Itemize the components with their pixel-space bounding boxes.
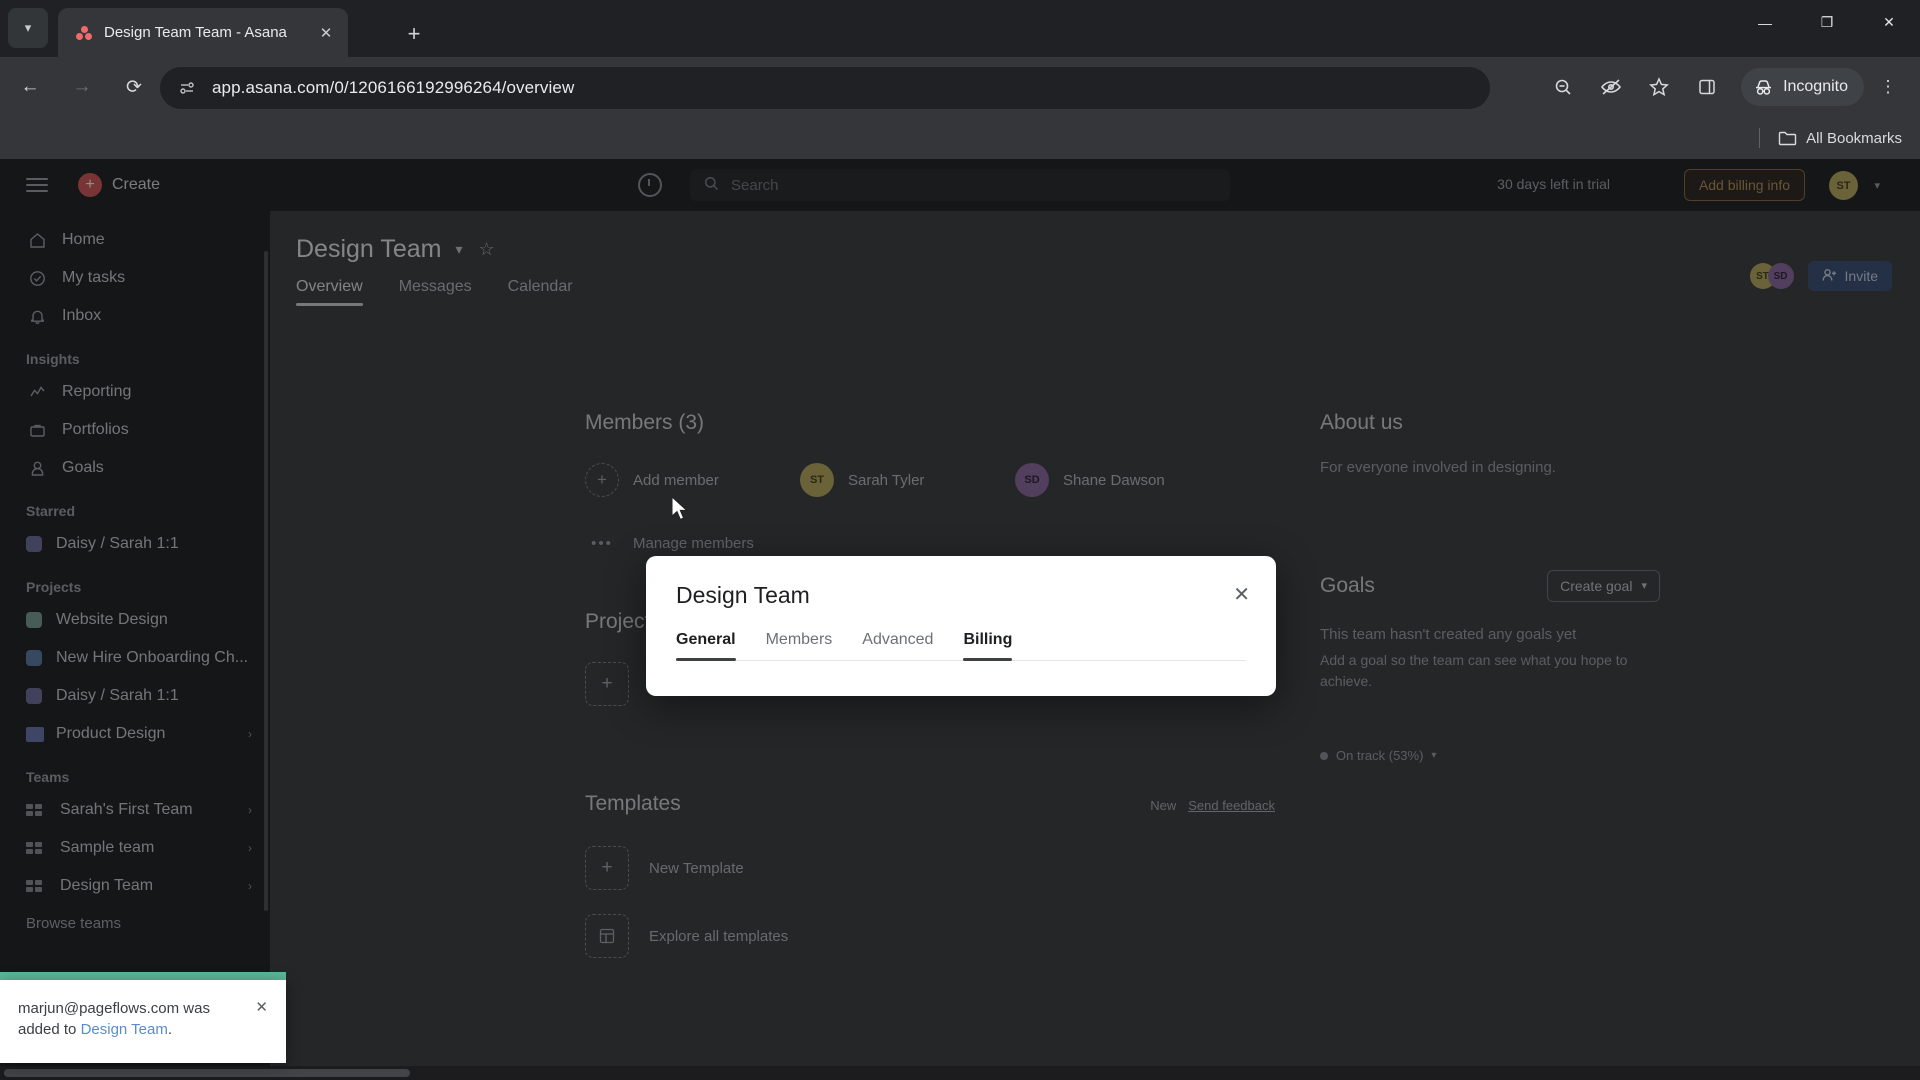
minimize-button[interactable]: — xyxy=(1734,0,1796,45)
forward-button[interactable]: → xyxy=(60,65,104,109)
dialog-tab-members[interactable]: Members xyxy=(766,631,833,660)
side-panel-icon[interactable] xyxy=(1687,65,1727,109)
star-icon[interactable] xyxy=(1639,65,1679,109)
tab-strip: ▾ Design Team Team - Asana ✕ + — ❐ ✕ xyxy=(0,0,1920,57)
toast-notification: marjun@pageflows.com was added to Design… xyxy=(0,980,286,1063)
reload-button[interactable]: ⟳ xyxy=(112,65,156,109)
dialog-tab-general[interactable]: General xyxy=(676,631,736,661)
all-bookmarks-button[interactable]: All Bookmarks xyxy=(1778,130,1902,147)
window-close-button[interactable]: ✕ xyxy=(1858,0,1920,45)
dialog-tabs: General Members Advanced Billing xyxy=(676,631,1246,661)
address-bar[interactable]: app.asana.com/0/1206166192996264/overvie… xyxy=(160,67,1490,109)
close-icon[interactable]: ✕ xyxy=(1233,582,1250,607)
profile-label: Incognito xyxy=(1783,78,1848,95)
browser-window: ▾ Design Team Team - Asana ✕ + — ❐ ✕ ← →… xyxy=(0,0,1920,1080)
profile-incognito-button[interactable]: Incognito xyxy=(1741,68,1864,106)
dialog-tab-advanced[interactable]: Advanced xyxy=(862,631,933,660)
mouse-cursor xyxy=(672,497,688,521)
toast-link[interactable]: Design Team xyxy=(81,1021,168,1038)
asana-logo-icon xyxy=(74,23,94,43)
site-settings-icon[interactable] xyxy=(176,77,198,99)
folder-icon xyxy=(1778,130,1797,146)
dialog-title: Design Team xyxy=(676,582,810,608)
url-text: app.asana.com/0/1206166192996264/overvie… xyxy=(212,78,575,97)
tab-close-icon[interactable]: ✕ xyxy=(314,21,338,45)
chevron-down-icon: ▾ xyxy=(24,20,32,35)
all-bookmarks-label: All Bookmarks xyxy=(1806,129,1902,147)
toast-text: marjun@pageflows.com was added to Design… xyxy=(18,998,228,1041)
tab-search-button[interactable]: ▾ xyxy=(8,8,48,48)
window-controls: — ❐ ✕ xyxy=(1734,0,1920,45)
tab-title: Design Team Team - Asana xyxy=(104,24,287,41)
browser-toolbar: ← → ⟳ app.asana.com/0/1206166192996264/o… xyxy=(0,57,1920,117)
maximize-button[interactable]: ❐ xyxy=(1796,0,1858,45)
eye-slash-icon[interactable] xyxy=(1591,65,1631,109)
team-settings-dialog: Design Team ✕ General Members Advanced B… xyxy=(646,556,1276,696)
toast-text-after: . xyxy=(167,1021,173,1039)
search-minus-icon[interactable] xyxy=(1543,65,1583,109)
toolbar-actions: Incognito ⋮ xyxy=(1539,65,1912,109)
dialog-tab-billing[interactable]: Billing xyxy=(963,631,1012,661)
browser-tab[interactable]: Design Team Team - Asana ✕ xyxy=(58,8,348,57)
bookmarks-bar: All Bookmarks xyxy=(0,117,1920,159)
toast-close-icon[interactable]: ✕ xyxy=(255,998,268,1016)
incognito-hat-icon xyxy=(1753,78,1774,97)
divider xyxy=(1759,128,1761,148)
back-button[interactable]: ← xyxy=(8,65,52,109)
browser-menu-icon[interactable]: ⋮ xyxy=(1868,65,1908,109)
toast-accent-bar xyxy=(0,972,286,980)
new-tab-button[interactable]: + xyxy=(398,18,430,50)
